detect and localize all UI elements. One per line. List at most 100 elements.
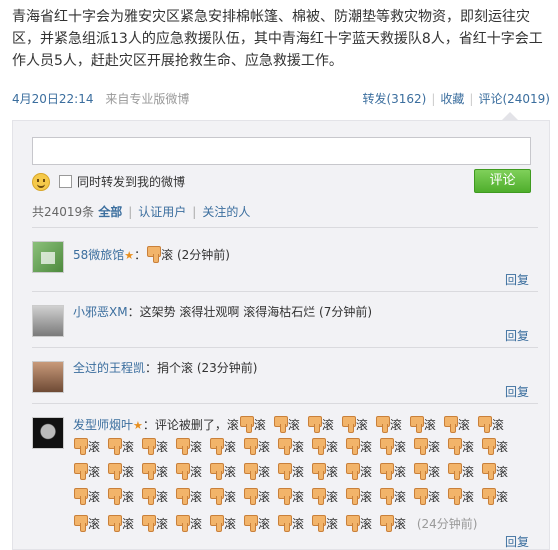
submit-comment-button[interactable]: 评论 — [474, 169, 531, 193]
roll-text: 滚 — [122, 465, 135, 479]
thumbs-down-icon — [443, 416, 458, 433]
thumbs-down-icon — [307, 416, 322, 433]
roll-text: 滚 — [156, 465, 169, 479]
thumbs-down-roll: 滚 — [175, 462, 209, 482]
avatar[interactable] — [32, 361, 64, 393]
roll-text: 滚 — [326, 440, 339, 454]
thumbs-down-roll: 滚 — [209, 437, 243, 457]
thumbs-down-icon — [73, 463, 88, 480]
comment-username[interactable]: 发型师烟叶 — [73, 418, 133, 432]
thumbs-down-roll: 滚 — [243, 514, 277, 534]
thumbs-down-icon — [141, 463, 156, 480]
thumbs-down-icon — [447, 438, 462, 455]
reply-link[interactable]: 回复 — [505, 327, 529, 344]
comment-count: 共24019条 — [32, 205, 95, 219]
roll-text: 滚 — [88, 490, 101, 504]
roll-text: 滚 — [190, 465, 203, 479]
roll-text: 滚 — [360, 465, 373, 479]
thumbs-down-icon — [481, 463, 496, 480]
comment-filter-bar: 共24019条 全部 | 认证用户 | 关注的人 — [32, 205, 251, 219]
comment-text: 评论被删了，滚 — [154, 418, 239, 432]
filter-following[interactable]: 关注的人 — [202, 205, 250, 219]
roll-text: 滚 — [122, 440, 135, 454]
roll-text: 滚 — [292, 490, 305, 504]
roll-text: 滚 — [287, 418, 300, 432]
avatar[interactable] — [32, 241, 64, 273]
forward-checkbox[interactable] — [59, 175, 72, 188]
thumbs-down-icon — [481, 488, 496, 505]
thumbs-down-roll: 滚 — [277, 437, 311, 457]
emoticon-icon[interactable] — [32, 173, 50, 191]
reply-link[interactable]: 回复 — [505, 271, 529, 288]
roll-text: 滚 — [253, 418, 266, 432]
thumbs-down-roll: 滚 — [209, 462, 243, 482]
comment-text: 滚 (2分钟前) — [161, 248, 230, 262]
thumbs-down-icon — [73, 438, 88, 455]
comment-username[interactable]: 58微旅馆 — [73, 248, 124, 262]
avatar[interactable] — [32, 417, 64, 449]
comment-item: 小邪恶XM：这架势 滚得壮观啊 滚得海枯石烂 (7分钟前) — [73, 305, 373, 319]
comment-username[interactable]: 小邪恶XM — [73, 305, 128, 319]
vip-star-icon: ★ — [133, 419, 143, 432]
avatar[interactable] — [32, 305, 64, 337]
thumbs-down-roll: 滚 — [175, 487, 209, 507]
thumbs-down-roll: 滚 — [277, 487, 311, 507]
roll-text: 滚 — [224, 465, 237, 479]
thumbs-down-roll: 滚 — [243, 487, 277, 507]
roll-text: 滚 — [190, 440, 203, 454]
post-time-link[interactable]: 4月20日22:14 — [12, 92, 94, 106]
thumbs-down-icon — [277, 488, 292, 505]
roll-text: 滚 — [258, 440, 271, 454]
thumbs-down-icon — [175, 488, 190, 505]
roll-text: 滚 — [360, 517, 373, 531]
thumbs-down-icon — [243, 463, 258, 480]
thumbs-down-icon — [345, 515, 360, 532]
filter-all[interactable]: 全部 — [98, 205, 122, 219]
thumbs-down-roll: 滚 — [379, 462, 413, 482]
thumbs-down-icon — [277, 515, 292, 532]
thumbs-down-icon — [209, 515, 224, 532]
comment-text: 这架势 滚得壮观啊 滚得海枯石烂 (7分钟前) — [139, 305, 373, 319]
roll-text: 滚 — [462, 465, 475, 479]
roll-text: 滚 — [292, 465, 305, 479]
thumbs-down-roll: 滚 — [175, 514, 209, 534]
roll-text: 滚 — [496, 490, 509, 504]
repost-link[interactable]: 转发(3162) — [362, 92, 426, 106]
roll-text: 滚 — [360, 440, 373, 454]
roll-text: 滚 — [428, 490, 441, 504]
roll-text: 滚 — [88, 440, 101, 454]
thumbs-down-roll: 滚 — [73, 514, 107, 534]
reply-link[interactable]: 回复 — [505, 383, 529, 400]
roll-text: 滚 — [355, 418, 368, 432]
thumbs-down-roll: 滚 — [73, 437, 107, 457]
roll-text: 滚 — [462, 440, 475, 454]
thumbs-down-icon — [341, 416, 356, 433]
reply-link[interactable]: 回复 — [505, 533, 529, 550]
thumbs-down-roll: 滚 — [345, 437, 379, 457]
thumbs-down-roll: 滚 — [409, 416, 443, 434]
comment-username[interactable]: 全过的王程凯 — [73, 361, 145, 375]
roll-text: 滚 — [258, 465, 271, 479]
thumbs-down-icon — [481, 438, 496, 455]
roll-text: 滚 — [394, 465, 407, 479]
comment-item: 58微旅馆★：滚 (2分钟前) — [73, 246, 230, 263]
thumbs-down-roll: 滚 — [107, 437, 141, 457]
roll-text: 滚 — [156, 490, 169, 504]
thumbs-down-icon — [107, 515, 122, 532]
thumbs-down-icon — [273, 416, 288, 433]
thumbs-down-roll: 滚 — [413, 487, 447, 507]
thumbs-down-roll: 滚 — [73, 462, 107, 482]
roll-text: 滚 — [428, 465, 441, 479]
comment-link[interactable]: 评论(24019) — [478, 92, 550, 106]
thumbs-down-roll: 滚 — [447, 462, 481, 482]
thumbs-row: 滚滚滚滚滚滚滚滚滚滚滚滚滚 — [73, 462, 533, 482]
comment-input[interactable] — [32, 137, 531, 165]
roll-text: 滚 — [496, 465, 509, 479]
roll-text: 滚 — [326, 465, 339, 479]
thumbs-down-roll: 滚 — [107, 487, 141, 507]
filter-verified[interactable]: 认证用户 — [138, 205, 186, 219]
favorite-link[interactable]: 收藏 — [440, 92, 464, 106]
post-source[interactable]: 来自专业版微博 — [105, 92, 189, 106]
thumbs-down-roll: 滚 — [413, 437, 447, 457]
thumbs-down-roll: 滚 — [345, 514, 379, 534]
